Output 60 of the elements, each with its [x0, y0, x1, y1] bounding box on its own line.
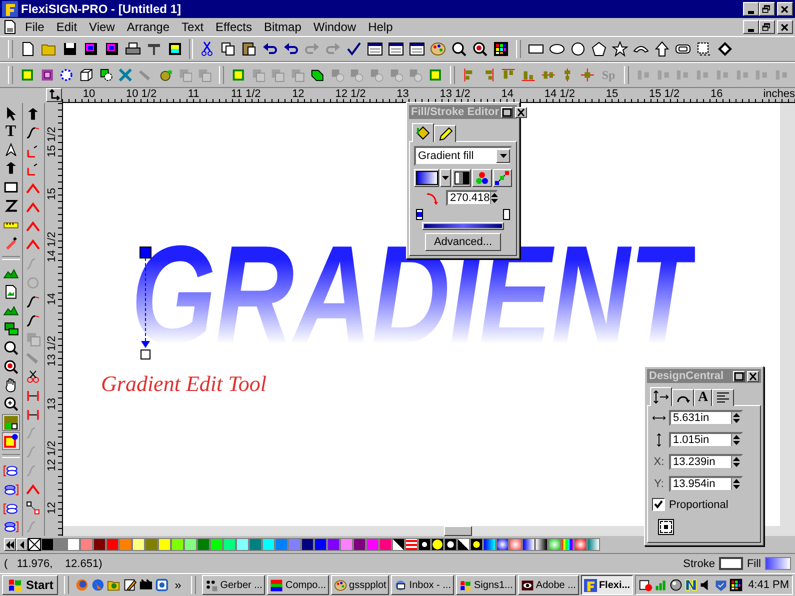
- ruler-label: 12 1/2: [46, 440, 58, 473]
- ruler-label: 16: [710, 88, 723, 100]
- taskbar-button[interactable]: Gerber ...: [202, 575, 266, 595]
- menu-item[interactable]: Help: [363, 20, 398, 34]
- field-label: X:: [652, 456, 666, 468]
- ruler-label: 13: [46, 396, 58, 412]
- more-button[interactable]: »: [170, 578, 186, 592]
- dimension-field[interactable]: 1.015in: [669, 432, 743, 448]
- ruler-label: 12: [46, 500, 58, 516]
- taskbar-button[interactable]: Inbox - ...: [391, 575, 454, 595]
- ruler-label: 12: [292, 88, 304, 100]
- menu-item[interactable]: File: [20, 20, 50, 34]
- taskbar-button[interactable]: Signs1...: [456, 575, 516, 595]
- panel-title: DesignCentral: [649, 370, 725, 382]
- advanced-button[interactable]: Advanced...: [424, 233, 502, 251]
- ruler-label: 11 1/2: [231, 88, 261, 100]
- ruler-label: 15: [606, 88, 618, 100]
- menu-item[interactable]: Arrange: [122, 20, 175, 34]
- clock: 4:41 PM: [748, 579, 790, 591]
- dimension-field[interactable]: 13.239in: [669, 454, 743, 470]
- dimension-field[interactable]: 13.954in: [669, 476, 743, 492]
- fill-label: Fill: [746, 558, 761, 570]
- dimension-field[interactable]: 5.631in: [669, 410, 743, 426]
- ruler-label: 14 1/2: [46, 230, 58, 264]
- checkbox-label: Proportional: [669, 498, 728, 510]
- ruler-unit: inches: [763, 88, 795, 100]
- taskbar-button[interactable]: Flexi...: [580, 575, 634, 595]
- window-title: FlexiSIGN-PRO - [Untitled 1]: [21, 2, 182, 16]
- ruler-label: 13 1/2: [440, 88, 470, 100]
- taskbar-button[interactable]: Compo...: [267, 575, 330, 595]
- panel-title: Fill/Stroke Editor: [411, 106, 500, 118]
- caption-text: Gradient Edit Tool: [101, 371, 266, 397]
- menu-item[interactable]: Edit: [51, 20, 82, 34]
- cursor-coordinates: ( 11.976, 12.651): [4, 558, 104, 570]
- fill-type-dropdown[interactable]: Gradient fill: [414, 146, 512, 166]
- ruler-label: 12 1/2: [335, 88, 366, 100]
- stroke-label: Stroke: [683, 558, 715, 570]
- ruler-label: 14: [46, 292, 58, 308]
- ruler-label: 10: [82, 88, 96, 100]
- ruler-label: 10 1/2: [126, 88, 157, 100]
- menu-item[interactable]: Effects: [210, 20, 258, 34]
- start-button[interactable]: Start: [2, 575, 58, 595]
- menu-item[interactable]: Bitmap: [259, 20, 306, 34]
- ruler-label: 15 1/2: [46, 126, 58, 159]
- ruler-label: 15 1/2: [649, 88, 680, 100]
- menu-item[interactable]: Window: [308, 20, 362, 34]
- taskbar-button[interactable]: gsspplot: [331, 575, 390, 595]
- panel-tab[interactable]: A: [694, 389, 712, 406]
- menu-item[interactable]: Text: [176, 20, 209, 34]
- ruler-label: 14 1/2: [544, 88, 575, 100]
- ruler-label: 15: [46, 187, 58, 202]
- field-label: Y:: [653, 478, 665, 490]
- ruler-label: 13 1/2: [46, 334, 58, 368]
- ruler-label: 13: [396, 88, 409, 100]
- ruler-label: 14: [501, 88, 514, 100]
- text-tool[interactable]: T: [5, 124, 16, 140]
- menu-item[interactable]: View: [84, 20, 120, 34]
- taskbar-button[interactable]: Adobe ...: [518, 575, 579, 595]
- ruler-label: 11: [188, 88, 200, 100]
- angle-field[interactable]: 270.418: [446, 190, 498, 206]
